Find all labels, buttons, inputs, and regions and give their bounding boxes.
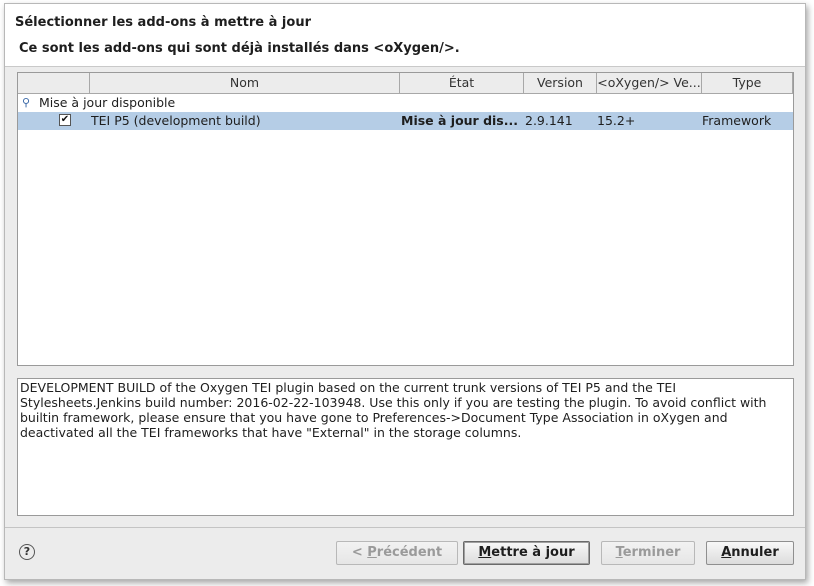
finish-button-label: erminer [622, 545, 681, 560]
dialog-header: Sélectionner les add-ons à mettre à jour… [5, 4, 805, 67]
cancel-button-mnemonic: A [721, 545, 732, 560]
previous-button-mnemonic: P [367, 545, 377, 560]
cancel-button[interactable]: Annuler [706, 541, 794, 565]
dialog-subtitle: Ce sont les add-ons qui sont déjà instal… [19, 41, 460, 56]
footer-divider [5, 527, 805, 528]
description-line: deactivated all the TEI frameworks that … [20, 425, 522, 440]
addon-description: DEVELOPMENT BUILD of the Oxygen TEI plug… [17, 378, 794, 516]
table-header: Nom État Version <oXygen/> Ve... Type [18, 73, 793, 94]
group-label: Mise à jour disponible [39, 95, 176, 110]
column-header-check[interactable] [18, 73, 90, 93]
column-header-version[interactable]: Version [524, 73, 597, 93]
cell-name: TEI P5 (development build) [91, 113, 261, 128]
column-header-type[interactable]: Type [702, 73, 793, 93]
cell-type: Framework [702, 113, 772, 128]
description-line: Stylesheets.Jenkins build number: 2016-0… [20, 395, 767, 410]
dialog-title: Sélectionner les add-ons à mettre à jour [15, 15, 311, 30]
previous-button-prefix: < [351, 545, 368, 560]
update-button[interactable]: Mettre à jour [463, 541, 590, 565]
addons-table[interactable]: Nom État Version <oXygen/> Ve... Type ⚲ … [17, 72, 794, 366]
addon-checkbox[interactable]: ✔ [59, 114, 71, 126]
description-line: DEVELOPMENT BUILD of the Oxygen TEI plug… [20, 380, 677, 395]
column-header-state[interactable]: État [400, 73, 524, 93]
previous-button-label: récédent [376, 545, 443, 560]
description-line: builtin framework, please ensure that yo… [20, 410, 728, 425]
finish-button-mnemonic: T [615, 545, 623, 560]
finish-button[interactable]: Terminer [601, 541, 695, 565]
help-icon[interactable]: ? [19, 544, 35, 560]
update-button-mnemonic: M [478, 545, 492, 560]
cancel-button-label: nnuler [731, 545, 779, 560]
update-addons-dialog: Sélectionner les add-ons à mettre à jour… [4, 3, 806, 580]
update-button-label: ettre à jour [491, 545, 575, 560]
cell-oxygen-version: 15.2+ [597, 113, 636, 128]
group-row-update-available[interactable]: ⚲ Mise à jour disponible [18, 94, 793, 112]
column-header-oxygen-version[interactable]: <oXygen/> Ve... [597, 73, 702, 93]
table-row[interactable]: ✔ TEI P5 (development build) Mise à jour… [18, 112, 793, 130]
cell-version: 2.9.141 [525, 113, 573, 128]
column-header-name[interactable]: Nom [90, 73, 400, 93]
tree-expand-icon[interactable]: ⚲ [22, 94, 30, 112]
cell-state: Mise à jour dis... [401, 113, 518, 128]
previous-button[interactable]: < Précédent [336, 541, 458, 565]
